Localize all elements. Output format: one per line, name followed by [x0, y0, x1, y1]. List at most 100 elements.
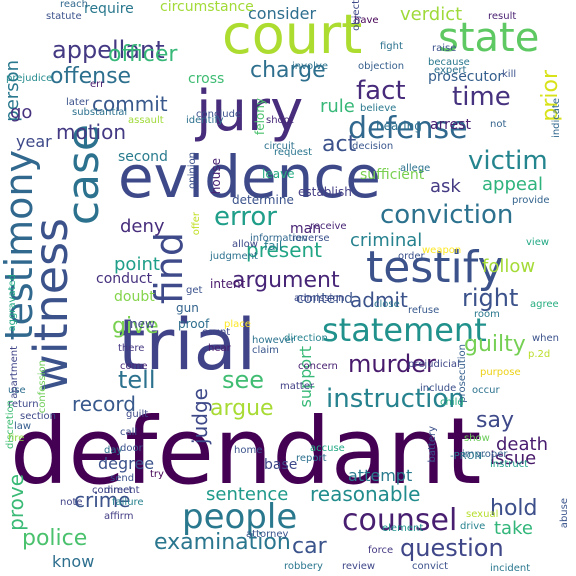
cloud-word-apartment: apartment	[9, 346, 20, 399]
cloud-word-robbery: robbery	[284, 561, 323, 572]
cloud-word-second: second	[118, 149, 168, 165]
cloud-word-guilt: guilt	[126, 409, 149, 420]
cloud-word-door: door	[120, 443, 143, 454]
cloud-word-affirm: affirm	[104, 511, 134, 522]
cloud-word-prosecution: prosecution	[457, 344, 468, 403]
cloud-word-incident: incident	[490, 563, 531, 574]
cloud-word-weapon: weapon	[422, 245, 462, 256]
cloud-word-fact: fact	[356, 76, 406, 106]
cloud-word-agree: agree	[530, 299, 559, 310]
cloud-word-drive: drive	[460, 521, 486, 532]
cloud-word-take: take	[494, 518, 533, 539]
cloud-word-prejudice: prejudice	[6, 73, 53, 84]
cloud-word-deny: deny	[120, 216, 165, 237]
cloud-word-force: force	[368, 545, 394, 556]
cloud-word-get: get	[186, 285, 203, 296]
cloud-word-reach: reach	[60, 0, 89, 10]
cloud-word-prove: prove	[4, 474, 28, 531]
cloud-word-intent: intent	[210, 277, 246, 291]
cloud-word-view: view	[526, 237, 550, 248]
cloud-word-statute: statute	[46, 11, 82, 22]
cloud-word-ask: ask	[430, 176, 461, 197]
cloud-word-claim: claim	[252, 345, 279, 356]
cloud-word-know: know	[52, 552, 95, 571]
cloud-word-say: say	[476, 408, 514, 433]
cloud-word-felony: felony	[253, 98, 267, 135]
cloud-word-matter: matter	[280, 381, 314, 392]
cloud-word-believe: believe	[360, 103, 397, 114]
cloud-word-p-2d: p.2d	[528, 349, 551, 360]
cloud-word-show: show	[464, 433, 490, 444]
cloud-word-send: send	[110, 473, 135, 484]
cloud-word-support: support	[296, 346, 315, 408]
cloud-word-abuse: abuse	[559, 498, 570, 529]
cloud-word-admission: admission	[294, 293, 345, 304]
cloud-word-consider: consider	[248, 4, 317, 23]
cloud-word-objection: objection	[358, 61, 405, 72]
cloud-word-establish: establish	[298, 185, 352, 199]
cloud-word-year: year	[16, 132, 52, 151]
cloud-word-include: include	[420, 383, 457, 394]
cloud-word-right: right	[462, 284, 519, 312]
cloud-word-opinion: opinion	[187, 152, 198, 189]
cloud-word-review: review	[342, 561, 376, 572]
cloud-word-occur: occur	[472, 385, 500, 396]
cloud-word-error: error	[214, 202, 277, 232]
cloud-word-motion: motion	[56, 120, 127, 144]
cloud-word-failure: failure	[112, 497, 144, 508]
cloud-word-determine: determine	[232, 193, 294, 207]
cloud-word-battery: battery	[427, 426, 438, 463]
cloud-word-element: element	[382, 523, 424, 534]
cloud-word-rule: rule	[320, 96, 355, 117]
cloud-word-go: go	[10, 102, 33, 123]
cloud-word-purpose: purpose	[480, 367, 521, 378]
cloud-word-order: order	[398, 251, 425, 262]
cloud-word-err: err	[90, 79, 105, 90]
cloud-word-receive: receive	[310, 221, 347, 232]
cloud-word-doubt: doubt	[114, 289, 155, 305]
cloud-word-time: time	[452, 82, 511, 112]
cloud-word-involve: involve	[292, 61, 329, 72]
cloud-word-concern: concern	[298, 361, 338, 372]
cloud-word-criminal: criminal	[350, 230, 423, 251]
cloud-word-car: car	[292, 534, 327, 559]
cloud-word-house: house	[209, 158, 223, 195]
cloud-word-guilty: guilty	[464, 332, 526, 357]
cloud-word-argue: argue	[210, 396, 274, 421]
cloud-word-home: home	[234, 445, 263, 456]
cloud-word-convict: convict	[412, 561, 449, 572]
cloud-word-arrest: arrest	[430, 117, 471, 133]
cloud-word-raise: raise	[432, 43, 457, 54]
cloud-word-indicate: indicate	[551, 98, 562, 138]
cloud-word-conclude: conclude	[196, 109, 242, 120]
cloud-word-degree: degree	[98, 454, 155, 473]
cloud-word-testimony: testimony	[0, 150, 41, 341]
cloud-word-day: day	[104, 445, 123, 456]
cloud-word-statement: statement	[322, 311, 487, 349]
cloud-word-law: law	[14, 421, 32, 432]
cloud-word-section: section	[20, 411, 57, 422]
cloud-word-cross: cross	[188, 71, 225, 87]
cloud-word-conduct: conduct	[96, 271, 153, 287]
cloud-word-try: try	[150, 469, 164, 480]
cloud-word-direction: direction	[284, 333, 328, 344]
cloud-word-attorney: attorney	[246, 529, 289, 540]
cloud-word-allow: allow	[232, 239, 258, 250]
cloud-word-appeal: appeal	[482, 174, 543, 195]
cloud-word-circuit: circuit	[264, 141, 295, 152]
cloud-word-conviction: conviction	[380, 200, 514, 230]
cloud-word-reverse: reverse	[292, 233, 330, 244]
cloud-word-argument: argument	[232, 268, 340, 293]
cloud-word-room: room	[474, 309, 500, 320]
cloud-word-question: question	[400, 534, 504, 562]
cloud-word-there: there	[118, 343, 145, 354]
cloud-word-hearing: hearing	[376, 119, 422, 133]
cloud-word-note: note	[60, 497, 83, 508]
cloud-word-reasonable: reasonable	[310, 482, 421, 506]
cloud-word-refuse: refuse	[408, 305, 440, 316]
cloud-word-confession: confession	[37, 360, 48, 414]
cloud-word-substantial: substantial	[72, 107, 128, 118]
cloud-word-base: base	[264, 457, 298, 473]
cloud-word-assault: assault	[128, 115, 164, 126]
cloud-word-expert: expert	[434, 65, 467, 76]
